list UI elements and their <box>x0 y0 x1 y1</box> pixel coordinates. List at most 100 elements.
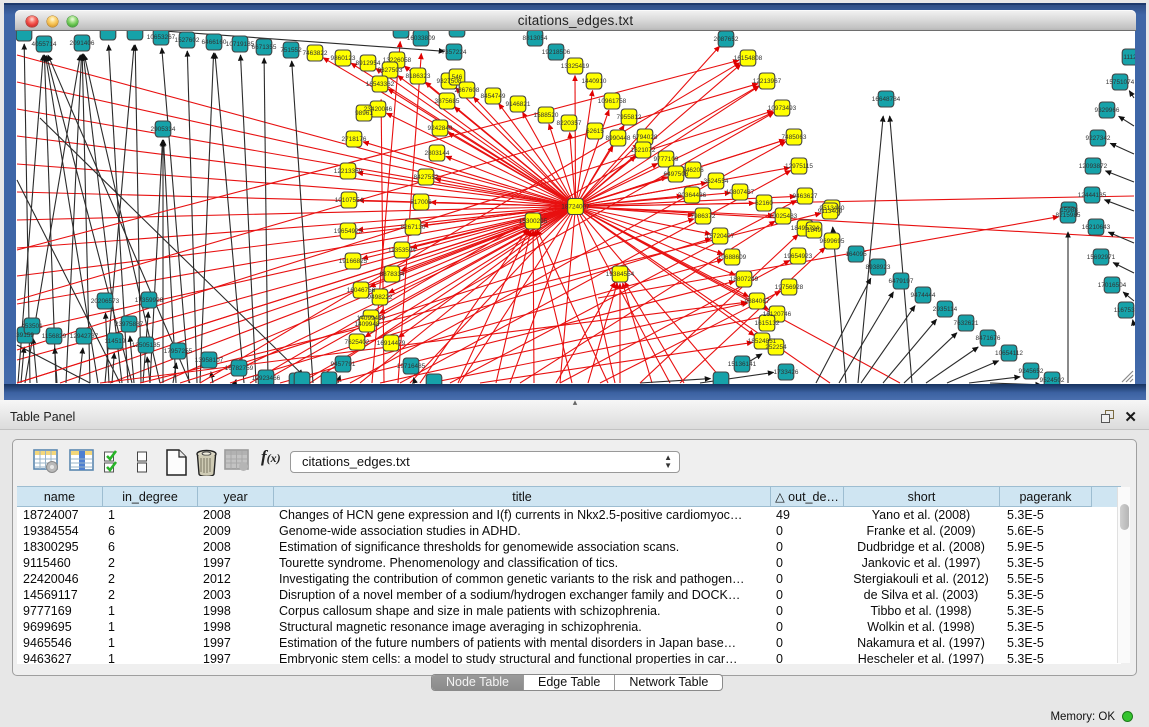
svg-text:10107554: 10107554 <box>335 197 364 204</box>
svg-text:16914479: 16914479 <box>377 340 406 347</box>
svg-text:12213967: 12213967 <box>753 78 782 85</box>
svg-text:12505135: 12505135 <box>132 342 161 349</box>
svg-text:9777109: 9777109 <box>654 156 679 163</box>
svg-text:2935114: 2935114 <box>933 306 958 313</box>
svg-text:6479197: 6479197 <box>889 278 914 285</box>
svg-text:16120746: 16120746 <box>763 311 792 318</box>
svg-text:12093872: 12093872 <box>1079 163 1108 170</box>
svg-text:9524502: 9524502 <box>1040 377 1065 384</box>
svg-text:17957255: 17957255 <box>164 348 193 355</box>
svg-text:19218506: 19218506 <box>542 49 571 56</box>
svg-text:98961: 98961 <box>355 110 373 117</box>
svg-text:62615: 62615 <box>586 128 604 135</box>
svg-text:8813054: 8813054 <box>523 35 548 42</box>
svg-text:17359928: 17359928 <box>135 297 164 304</box>
svg-text:19384554: 19384554 <box>606 271 635 278</box>
svg-text:751552: 751552 <box>280 47 302 54</box>
svg-text:8912954: 8912954 <box>356 60 381 67</box>
svg-text:6466160: 6466160 <box>202 39 227 46</box>
svg-text:1733426: 1733426 <box>774 369 799 376</box>
svg-text:20364436: 20364436 <box>678 192 707 199</box>
svg-text:18807249: 18807249 <box>730 276 759 283</box>
svg-text:19716485: 19716485 <box>397 363 426 370</box>
svg-text:3624554: 3624554 <box>704 178 729 185</box>
svg-text:1112: 1112 <box>1123 54 1135 61</box>
svg-text:17016504: 17016504 <box>1098 282 1127 289</box>
svg-text:15692971: 15692971 <box>1087 254 1116 261</box>
svg-text:13958107: 13958107 <box>195 357 224 364</box>
svg-text:12444135: 12444135 <box>1078 192 1107 199</box>
svg-text:1849: 1849 <box>807 227 822 234</box>
svg-text:10654112: 10654112 <box>995 350 1023 357</box>
svg-text:9884067: 9884067 <box>745 298 770 305</box>
svg-text:546: 546 <box>452 74 463 81</box>
svg-text:1156829: 1156829 <box>42 333 67 340</box>
svg-text:4055714: 4055714 <box>32 41 57 48</box>
svg-text:8186323: 8186323 <box>406 73 431 80</box>
svg-text:10653267: 10653267 <box>147 34 176 41</box>
svg-text:16033809: 16033809 <box>407 35 436 42</box>
svg-text:9699695: 9699695 <box>820 238 845 245</box>
svg-text:8220357: 8220357 <box>557 120 582 127</box>
svg-text:16154808: 16154808 <box>734 55 763 62</box>
svg-text:164095: 164095 <box>845 251 867 258</box>
svg-text:9113400: 9113400 <box>818 208 843 215</box>
svg-text:8471676: 8471676 <box>976 335 1001 342</box>
svg-text:9498222: 9498222 <box>368 294 393 301</box>
svg-text:62160: 62160 <box>755 200 773 207</box>
svg-text:16210643: 16210643 <box>1082 224 1111 231</box>
svg-text:8427552: 8427552 <box>414 174 439 181</box>
svg-text:19654923: 19654923 <box>334 228 363 235</box>
svg-text:10807487: 10807487 <box>726 189 755 196</box>
svg-text:9227342: 9227342 <box>1086 135 1111 142</box>
svg-text:23975887: 23975887 <box>115 321 144 328</box>
svg-text:12213369: 12213369 <box>334 168 363 175</box>
svg-text:15751074: 15751074 <box>1106 79 1135 86</box>
svg-text:8878334: 8878334 <box>380 271 405 278</box>
svg-text:2091406: 2091406 <box>70 40 95 47</box>
svg-text:7463822: 7463822 <box>303 50 328 57</box>
svg-text:817006: 817006 <box>410 199 432 206</box>
svg-text:15300295: 15300295 <box>519 218 548 225</box>
svg-text:19166825: 19166825 <box>339 258 368 265</box>
svg-text:1588520: 1588520 <box>534 112 559 119</box>
svg-text:7485063: 7485063 <box>782 134 807 141</box>
svg-text:1440910: 1440910 <box>582 78 607 85</box>
svg-text:1615132: 1615132 <box>755 320 780 327</box>
svg-text:10961758: 10961758 <box>598 98 627 105</box>
svg-text:9146821: 9146821 <box>506 101 531 108</box>
svg-text:12923466: 12923466 <box>252 375 281 382</box>
svg-text:15720407: 15720407 <box>706 233 735 240</box>
svg-text:10688609: 10688609 <box>718 254 747 261</box>
svg-text:16046756: 16046756 <box>347 287 376 294</box>
svg-text:13325419: 13325419 <box>561 63 590 70</box>
svg-text:7632621: 7632621 <box>954 320 979 327</box>
svg-text:10973493: 10973493 <box>768 105 797 112</box>
svg-text:10025483: 10025483 <box>769 213 798 220</box>
svg-text:9860123: 9860123 <box>331 55 356 62</box>
svg-text:15136141: 15136141 <box>728 361 757 368</box>
svg-text:20206573: 20206573 <box>91 298 120 305</box>
svg-text:12942737: 12942737 <box>70 333 99 340</box>
svg-text:453501: 453501 <box>21 323 43 330</box>
svg-text:746206: 746206 <box>682 167 704 174</box>
svg-text:9463627: 9463627 <box>793 193 818 200</box>
svg-text:252254: 252254 <box>765 344 787 351</box>
svg-text:6671355: 6671355 <box>252 44 277 51</box>
svg-text:19654923: 19654923 <box>784 253 813 260</box>
svg-text:9329966: 9329966 <box>1095 107 1120 114</box>
svg-text:114519: 114519 <box>105 338 126 345</box>
svg-text:2867608: 2867608 <box>455 87 480 94</box>
svg-text:9245652: 9245652 <box>1019 368 1044 375</box>
svg-text:8267130: 8267130 <box>401 224 426 231</box>
svg-text:8454749: 8454749 <box>481 93 506 100</box>
svg-text:8990448: 8990448 <box>606 135 631 142</box>
svg-text:8938923: 8938923 <box>866 264 891 271</box>
svg-text:9457791: 9457791 <box>331 361 356 368</box>
svg-text:1621072: 1621072 <box>631 147 656 154</box>
svg-text:19756928: 19756928 <box>775 284 804 291</box>
svg-text:2803144: 2803144 <box>425 150 450 157</box>
svg-text:1527602: 1527602 <box>175 37 200 44</box>
svg-text:9242848: 9242848 <box>428 125 453 132</box>
svg-text:9474444: 9474444 <box>911 292 936 299</box>
